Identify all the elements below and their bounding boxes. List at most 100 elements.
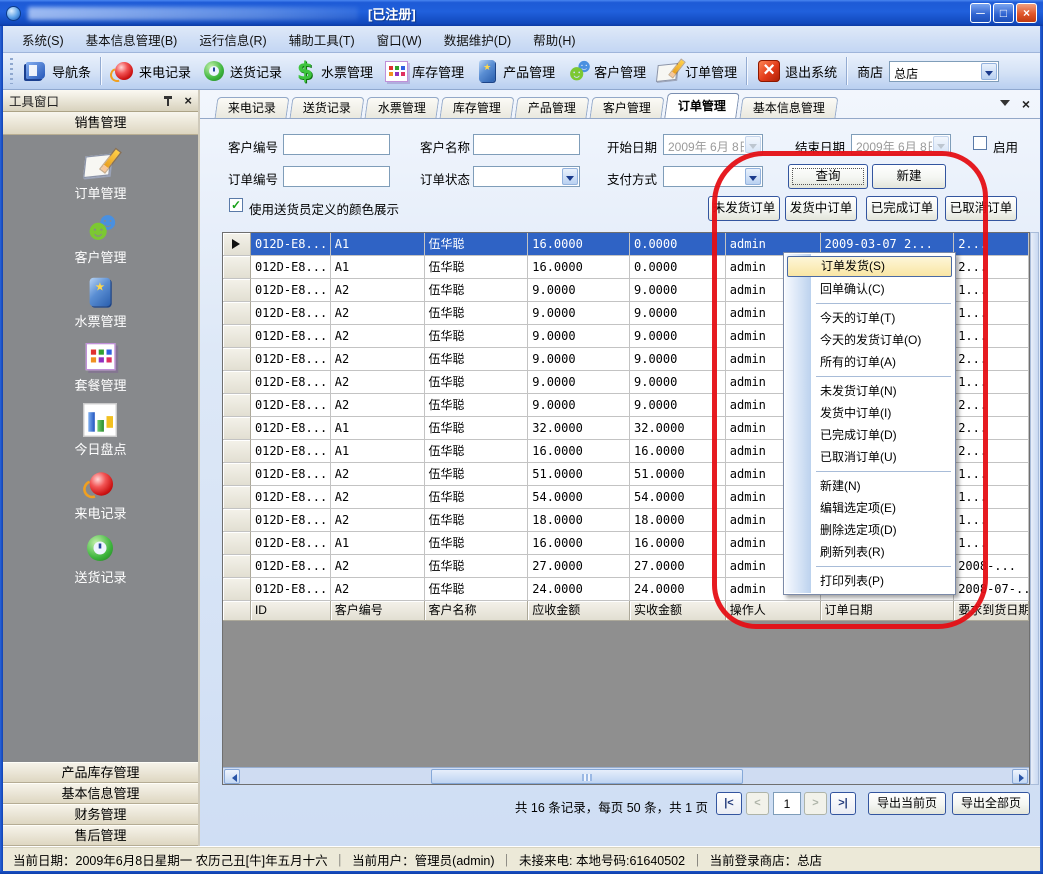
tab-item[interactable]: 产品管理	[515, 97, 590, 118]
order-status-filter-button[interactable]: 已完成订单	[866, 196, 938, 221]
tab-item[interactable]: 基本信息管理	[740, 97, 839, 118]
order-no-input[interactable]	[283, 166, 390, 187]
column-header[interactable]: 实收金额	[630, 601, 726, 621]
customer-name-input[interactable]	[473, 134, 580, 155]
first-page-button[interactable]: |<	[716, 792, 742, 815]
customer-no-input[interactable]	[283, 134, 390, 155]
sidebar-item[interactable]: 订单管理	[74, 151, 126, 202]
chevron-down-icon[interactable]	[933, 136, 949, 153]
menu-item[interactable]: 基本信息管理(B)	[75, 27, 189, 52]
minimize-button[interactable]: ─	[970, 3, 991, 23]
sidebar-item[interactable]: 来电记录	[74, 471, 126, 522]
tab-item[interactable]: 客户管理	[590, 97, 665, 118]
order-status-filter-button[interactable]: 已取消订单	[945, 196, 1017, 221]
context-menu-item[interactable]: 回单确认(C)	[784, 278, 955, 300]
last-page-button[interactable]: >|	[830, 792, 856, 815]
context-menu-item[interactable]: 今天的发货订单(O)	[784, 329, 955, 351]
toolbar-button[interactable]: 产品管理	[469, 56, 560, 86]
tab-item[interactable]: 来电记录	[215, 97, 290, 118]
scroll-right-icon[interactable]	[1012, 769, 1028, 784]
tab-close-icon[interactable]: ×	[1022, 98, 1030, 110]
toolbar-button[interactable]: 客户管理	[560, 56, 651, 86]
next-page-button[interactable]: >	[804, 792, 827, 815]
column-header[interactable]	[223, 601, 251, 621]
tab-item[interactable]: 库存管理	[440, 97, 515, 118]
toolbar-button[interactable]: 来电记录	[105, 56, 196, 86]
toolbar-button[interactable]: 导航条	[18, 56, 96, 86]
context-menu-item[interactable]: 今天的订单(T)	[784, 307, 955, 329]
prev-page-button[interactable]: <	[746, 792, 769, 815]
enable-checkbox[interactable]	[973, 136, 987, 150]
menu-item[interactable]: 帮助(H)	[522, 27, 586, 52]
context-menu-item[interactable]: 打印列表(P)	[784, 570, 955, 592]
order-status-select[interactable]	[473, 166, 580, 187]
scroll-left-icon[interactable]	[224, 769, 240, 784]
column-header[interactable]: 客户编号	[331, 601, 425, 621]
column-header[interactable]: 订单日期	[821, 601, 955, 621]
toolbar-button[interactable]: 订单管理	[651, 56, 742, 86]
sidebar-group-bar[interactable]: 产品库存管理	[3, 762, 198, 783]
row-selector-cell[interactable]	[223, 486, 251, 509]
sidebar-item[interactable]: 客户管理	[74, 215, 126, 266]
context-menu-item[interactable]: 发货中订单(I)	[784, 402, 955, 424]
chevron-down-icon[interactable]	[562, 168, 578, 185]
row-selector-cell[interactable]	[223, 233, 251, 256]
toolbar-button[interactable]: 退出系统	[751, 56, 842, 86]
tab-item[interactable]: 水票管理	[365, 97, 440, 118]
shop-select[interactable]: 总店	[889, 61, 999, 82]
sidebar-group-sales[interactable]: 销售管理	[3, 112, 198, 135]
tab-list-dropdown-icon[interactable]	[1000, 100, 1010, 111]
column-header[interactable]: 要求到货日期	[954, 601, 1029, 621]
scrollbar-thumb[interactable]	[431, 769, 743, 784]
pin-icon[interactable]	[162, 95, 174, 107]
color-display-checkbox[interactable]: ✓	[229, 198, 243, 212]
context-menu-item[interactable]: 所有的订单(A)	[784, 351, 955, 373]
chevron-down-icon[interactable]	[981, 63, 997, 80]
horizontal-scrollbar[interactable]	[223, 767, 1029, 784]
vertical-scrollbar[interactable]	[1030, 232, 1039, 785]
column-header[interactable]: 应收金额	[528, 601, 630, 621]
row-selector-cell[interactable]	[223, 302, 251, 325]
row-selector-cell[interactable]	[223, 394, 251, 417]
toolbar-button[interactable]: 库存管理	[378, 56, 469, 86]
row-selector-cell[interactable]	[223, 509, 251, 532]
order-status-filter-button[interactable]: 未发货订单	[708, 196, 780, 221]
new-button[interactable]: 新建	[872, 164, 946, 189]
menu-item[interactable]: 辅助工具(T)	[278, 27, 366, 52]
pay-method-select[interactable]	[663, 166, 763, 187]
menu-item[interactable]: 运行信息(R)	[188, 27, 277, 52]
order-status-filter-button[interactable]: 发货中订单	[785, 196, 857, 221]
menu-item[interactable]: 窗口(W)	[366, 27, 433, 52]
sidebar-group-bar[interactable]: 售后管理	[3, 825, 198, 846]
sidebar-group-bar[interactable]: 基本信息管理	[3, 783, 198, 804]
row-selector-cell[interactable]	[223, 256, 251, 279]
row-selector-cell[interactable]	[223, 417, 251, 440]
tab-item[interactable]: 订单管理	[664, 93, 740, 118]
column-header[interactable]: 操作人	[726, 601, 821, 621]
row-selector-cell[interactable]	[223, 532, 251, 555]
chevron-down-icon[interactable]	[745, 136, 761, 153]
sidebar-item[interactable]: 今日盘点	[74, 407, 126, 458]
context-menu-item[interactable]: 编辑选定项(E)	[784, 497, 955, 519]
context-menu-item[interactable]: 未发货订单(N)	[784, 380, 955, 402]
sidebar-item[interactable]: 送货记录	[74, 535, 126, 586]
close-button[interactable]: ×	[1016, 3, 1037, 23]
query-button[interactable]: 查询	[788, 164, 868, 189]
row-selector-cell[interactable]	[223, 348, 251, 371]
row-selector-cell[interactable]	[223, 555, 251, 578]
end-date-picker[interactable]: 2009年 6月 8日	[851, 134, 951, 155]
export-current-page-button[interactable]: 导出当前页	[868, 792, 946, 815]
column-header[interactable]: 客户名称	[425, 601, 529, 621]
row-selector-cell[interactable]	[223, 440, 251, 463]
sidebar-item[interactable]: 套餐管理	[74, 343, 126, 394]
row-selector-cell[interactable]	[223, 463, 251, 486]
page-number-input[interactable]	[773, 792, 801, 815]
maximize-button[interactable]: □	[993, 3, 1014, 23]
start-date-picker[interactable]: 2009年 6月 8日	[663, 134, 763, 155]
row-selector-cell[interactable]	[223, 325, 251, 348]
context-menu-item[interactable]: 已取消订单(U)	[784, 446, 955, 468]
context-menu-item[interactable]: 新建(N)	[784, 475, 955, 497]
context-menu-item[interactable]: 刷新列表(R)	[784, 541, 955, 563]
context-menu-item[interactable]: 订单发货(S)	[787, 256, 952, 277]
toolbar-grip[interactable]	[8, 58, 15, 84]
